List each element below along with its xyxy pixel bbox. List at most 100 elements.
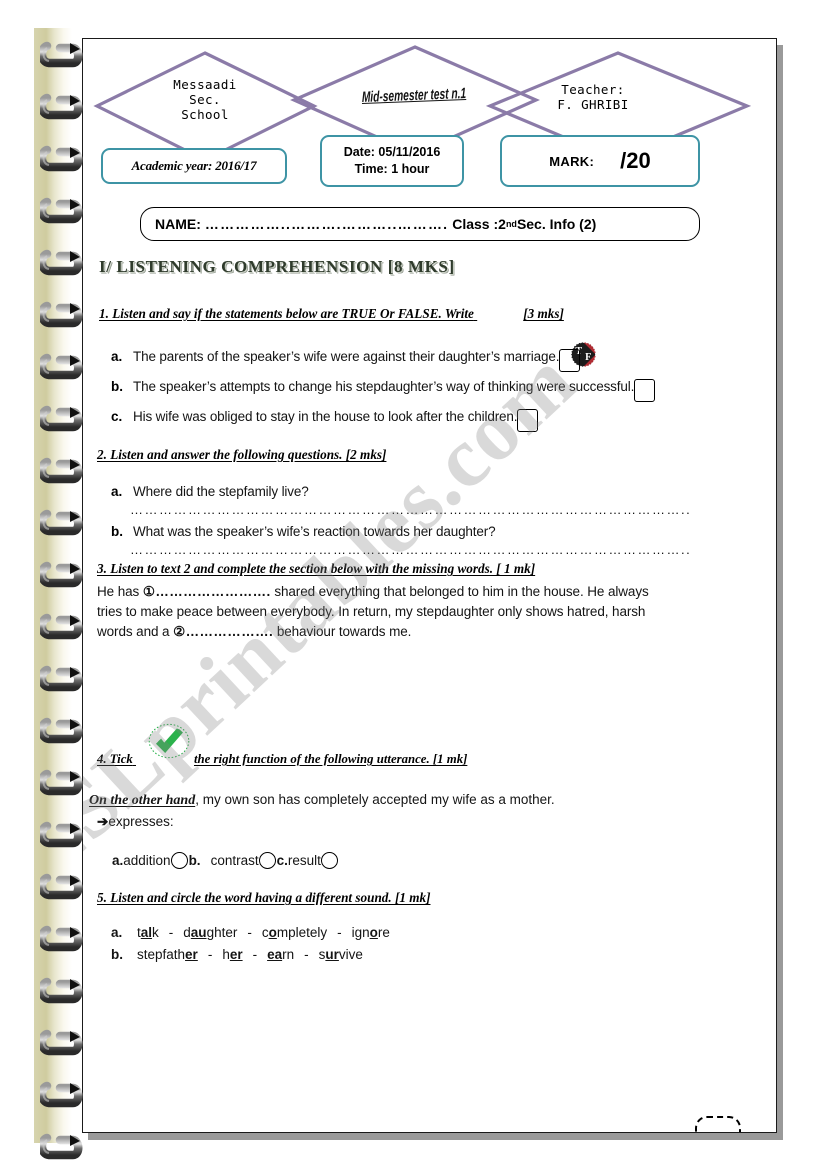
sound-word[interactable]: daughter [183,925,237,940]
arrow-icon: ➔ [97,814,109,829]
spiral-ring [40,1028,86,1058]
sound-word[interactable]: survive [319,947,363,962]
question-text: What was the speaker’s wife’s reaction t… [133,524,496,539]
spiral-ring [40,300,86,330]
question-letter: b. [111,524,123,539]
separator: - [337,925,342,940]
spiral-ring [40,612,86,642]
spiral-ring [40,820,86,850]
statement-text: His wife was obliged to stay in the hous… [133,409,518,424]
task1-heading-text: 1. Listen and say if the statements belo… [99,306,474,321]
task2-answer-line-a[interactable]: …………………………………………………………………………………………………….. [130,502,691,517]
worksheet-header: Messaadi Sec. School Mid-semester test n… [83,39,776,241]
task4-utterance: On the other hand, my own son has comple… [89,792,555,809]
task2-answer-line-b[interactable]: …………………………………………………………………………………………………….. [130,542,691,557]
name-class-field[interactable]: NAME: ……………..……….………..………. Class :2 nd Se… [140,207,700,241]
spiral-ring [40,144,86,174]
spiral-ring [40,248,86,278]
task3-text-line3: words and a ②………………. behaviour towards m… [97,624,411,640]
spiral-ring [40,716,86,746]
mark-box: MARK: /20 [500,135,700,187]
name-blank-dots: ……………..……….………..………. [204,216,449,232]
spiral-ring [40,456,86,486]
spiral-ring [40,92,86,122]
task5-heading: 5. Listen and circle the word having a d… [97,890,431,905]
school-name: Messaadi Sec. School [173,77,237,122]
statement-letter: a. [111,349,123,364]
option-b-letter: b. [188,853,201,868]
statement-text: The parents of the speaker’s wife were a… [133,349,560,364]
spiral-ring [40,508,86,538]
option-b-label: contrast [210,853,259,868]
option-b-radio[interactable] [258,852,276,869]
question-text: Where did the stepfamily live? [133,484,309,499]
task3-text-line1: He has ①……………………. shared everything that… [97,584,649,600]
task1-statement-c: c. His wife was obliged to stay in the h… [111,409,539,432]
page-number-box: 08 [695,1116,741,1132]
expresses-label: expresses: [108,814,174,829]
teacher-name: Teacher: F. GHRIBI [557,82,629,112]
spiral-ring [40,196,86,226]
task3-line3-before: words and a [97,624,174,639]
academic-year-text: Academic year: 2016/17 [131,158,257,173]
spiral-ring [40,768,86,798]
task3-line1-before: He has [97,584,143,599]
task3-gap-1[interactable]: ①……………………. [143,584,271,599]
task3-gap-2[interactable]: ②………………. [173,624,273,639]
task5-row-a: a. talk - daughter - completely - ignore [111,925,390,940]
academic-year-box: Academic year: 2016/17 [101,148,287,184]
spiral-ring [40,976,86,1006]
sound-word[interactable]: ignore [352,925,390,940]
class-label: Class :2 [452,216,506,232]
separator: - [304,947,309,962]
option-c-letter: c. [276,853,288,868]
sound-word[interactable]: completely [262,925,327,940]
task3-line3-after: behaviour towards me. [273,624,412,639]
option-c-radio[interactable] [320,852,338,869]
answer-box[interactable] [517,409,539,432]
spiral-ring [40,40,86,70]
statement-text: The speaker’s attempts to change his ste… [133,379,635,394]
date-text: Date: 05/11/2016 [343,145,441,159]
spiral-ring [40,872,86,902]
class-ordinal-suffix: nd [505,219,517,229]
sound-word[interactable]: stepfather [137,947,198,962]
task4-heading-after: the right function of the following utte… [193,752,468,766]
separator: - [247,925,252,940]
answer-box[interactable] [559,349,581,372]
name-label: NAME: [155,216,201,232]
task1-statement-b: b. The speaker’s attempts to change his … [111,379,656,402]
class-value: Sec. Info (2) [516,216,597,232]
task2-question-b: b. What was the speaker’s wife’s reactio… [111,524,496,539]
task4-heading: 4. Tick the right function of the follow… [97,752,467,767]
task4-expresses: ➔expresses: [97,814,174,830]
row-letter: b. [111,947,123,962]
row-letter: a. [111,925,123,940]
task3-heading: 3. Listen to text 2 and complete the sec… [97,561,536,576]
option-a-radio[interactable] [170,852,188,869]
sound-word[interactable]: talk [137,925,159,940]
option-a-label: addition [123,853,171,868]
spiral-ring [40,560,86,590]
svg-text:F: F [585,352,591,363]
sound-word[interactable]: earn [267,947,294,962]
section-title: I/ LISTENING COMPREHENSION [8 MKS] [99,257,455,276]
question-letter: a. [111,484,123,499]
task4-heading-before: 4. Tick [97,752,133,766]
task4-options: a. addition b. contrast c. result [112,852,338,869]
worksheet-page: Messaadi Sec. School Mid-semester test n… [82,38,777,1133]
statement-letter: b. [111,379,123,394]
option-a-letter: a. [112,853,124,868]
task2-heading: 2. Listen and answer the following quest… [97,447,387,462]
spiral-ring [40,664,86,694]
answer-box[interactable] [634,379,656,402]
utterance-rest: , my own son has completely accepted my … [195,792,555,807]
spiral-ring [40,352,86,382]
task1-statement-a: a. The parents of the speaker’s wife wer… [111,349,581,372]
spiral-ring [40,924,86,954]
task3-line1-after: shared everything that belonged to him i… [270,584,649,599]
sound-word[interactable]: her [222,947,242,962]
option-c-label: result [287,853,321,868]
spiral-ring [40,1080,86,1110]
mark-label: MARK: [549,153,595,169]
